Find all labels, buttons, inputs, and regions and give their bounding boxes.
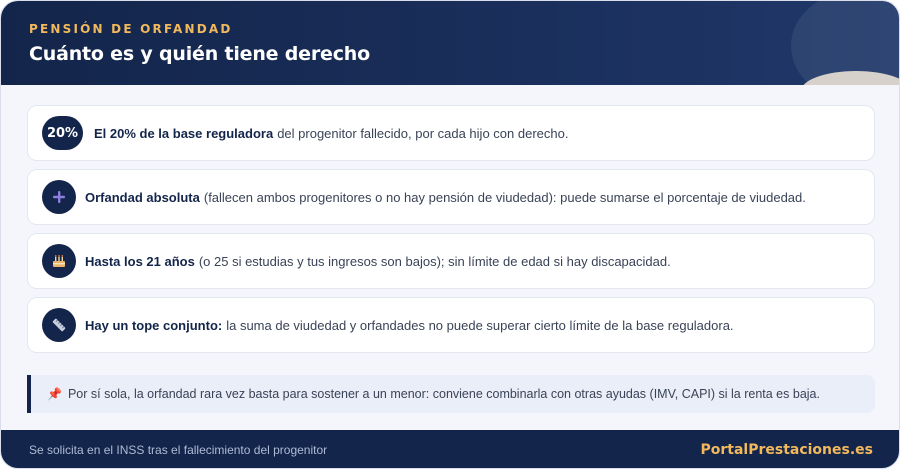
list-item-detail: del progenitor fallecido, por cada hijo … xyxy=(277,125,569,141)
list-item-text: Hasta los 21 años (o 25 si estudias y tu… xyxy=(85,234,671,288)
card-footer: Se solicita en el INSS tras el fallecimi… xyxy=(1,430,899,468)
ruler-icon xyxy=(42,308,76,342)
footer-note: Se solicita en el INSS tras el fallecimi… xyxy=(29,443,328,457)
card-title: Cuánto es y quién tiene derecho xyxy=(29,43,370,65)
pushpin-icon: 📌 xyxy=(47,387,62,401)
eyebrow-label: PENSIÓN DE ORFANDAD xyxy=(29,22,233,36)
list-item-bold: Hay un tope conjunto: xyxy=(85,317,223,333)
plus-icon xyxy=(42,180,76,214)
list-item-text: Hay un tope conjunto: la suma de viudeda… xyxy=(85,298,734,352)
list-item-percentage: 20% El 20% de la base reguladora del pro… xyxy=(27,105,875,161)
list-item-detail: (fallecen ambos progenitores o no hay pe… xyxy=(203,189,806,205)
list-item-bold: Orfandad absoluta xyxy=(85,189,200,205)
list-item-absolute-orphanhood: Orfandad absoluta (fallecen ambos progen… xyxy=(27,169,875,225)
list-item-bold: El 20% de la base reguladora xyxy=(94,125,274,141)
brand-logo-text: PortalPrestaciones.es xyxy=(700,442,873,458)
info-card: PENSIÓN DE ORFANDAD Cuánto es y quién ti… xyxy=(0,0,900,469)
tip-note: 📌 Por sí sola, la orfandad rara vez bast… xyxy=(27,375,875,413)
birthday-cake-icon xyxy=(42,244,76,278)
percent-badge: 20% xyxy=(42,116,83,150)
card-header: PENSIÓN DE ORFANDAD Cuánto es y quién ti… xyxy=(1,1,899,85)
list-item-detail: la suma de viudedad y orfandades no pued… xyxy=(226,317,734,333)
list-item-detail: (o 25 si estudias y tus ingresos son baj… xyxy=(198,253,671,269)
list-item-joint-cap: Hay un tope conjunto: la suma de viudeda… xyxy=(27,297,875,353)
list-item-text: Orfandad absoluta (fallecen ambos progen… xyxy=(85,170,806,224)
list-item-age-limit: Hasta los 21 años (o 25 si estudias y tu… xyxy=(27,233,875,289)
list-item-text: El 20% de la base reguladora del progeni… xyxy=(94,106,568,160)
tip-note-text: Por sí sola, la orfandad rara vez basta … xyxy=(67,387,820,401)
list-item-bold: Hasta los 21 años xyxy=(85,253,195,269)
